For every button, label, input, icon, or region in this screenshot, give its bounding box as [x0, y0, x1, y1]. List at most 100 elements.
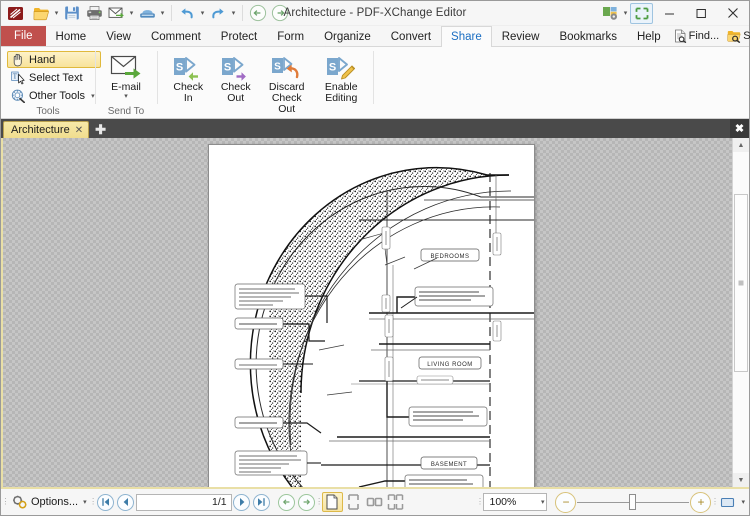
- find-button[interactable]: Find...: [671, 27, 723, 45]
- undo-dropdown-caret-icon[interactable]: ▾: [198, 3, 207, 24]
- pdf-xchange-editor-window: ▾ ▾ ▾ ▾ ▾ Architecture - PDF-XChange Edi…: [0, 0, 750, 516]
- fit-page-button[interactable]: [718, 492, 738, 512]
- scrollbar-thumb-grip: [738, 280, 744, 286]
- redo-button[interactable]: [207, 3, 229, 24]
- tab-home[interactable]: Home: [46, 26, 97, 46]
- email-ribbon-caret-icon[interactable]: ▾: [124, 93, 128, 100]
- select-text-tool-button[interactable]: T Select Text: [7, 69, 101, 86]
- zoom-slider[interactable]: [577, 492, 690, 512]
- tab-view[interactable]: View: [96, 26, 141, 46]
- email-button[interactable]: [105, 3, 127, 24]
- toolbar-grip-2[interactable]: ⋮: [89, 495, 97, 509]
- close-icon[interactable]: ✕: [75, 125, 83, 136]
- tab-convert[interactable]: Convert: [381, 26, 441, 46]
- check-in-label: Check In: [173, 81, 204, 104]
- enable-editing-button[interactable]: S Enable Editing: [315, 50, 367, 107]
- scrollbar-thumb[interactable]: [734, 194, 748, 372]
- zoom-level-select[interactable]: 100% ▾: [483, 493, 548, 511]
- email-ribbon-button[interactable]: E-mail ▾: [103, 50, 149, 103]
- customize-quick-access-icon[interactable]: [599, 3, 621, 23]
- next-page-button[interactable]: [232, 492, 252, 512]
- hand-tool-button[interactable]: Hand: [7, 51, 101, 68]
- note-pill-1: [381, 226, 391, 250]
- close-button[interactable]: [717, 1, 749, 25]
- two-page-continuous-view-button[interactable]: [385, 492, 406, 512]
- undo-button[interactable]: [176, 3, 198, 24]
- title-bar: ▾ ▾ ▾ ▾ ▾ Architecture - PDF-XChange Edi…: [1, 1, 749, 26]
- pdf-page[interactable]: BEDROOMS LIVING ROOM BASEMENT: [208, 144, 535, 487]
- svg-text:BASEMENT: BASEMENT: [431, 462, 467, 468]
- tab-organize[interactable]: Organize: [314, 26, 381, 46]
- last-page-icon: [253, 493, 271, 511]
- maximize-button[interactable]: [685, 1, 717, 25]
- toolbar-grip-4[interactable]: ⋮: [476, 495, 484, 509]
- two-page-view-button[interactable]: [364, 492, 385, 512]
- minimize-button[interactable]: [653, 1, 685, 25]
- tab-share[interactable]: Share: [441, 26, 492, 47]
- page-number-input[interactable]: 1/1: [135, 493, 232, 511]
- tab-help[interactable]: Help: [627, 26, 671, 46]
- callout-lower-right: [358, 474, 484, 487]
- other-tools-button[interactable]: Other Tools ▾: [7, 87, 101, 104]
- options-caret-icon[interactable]: ▾: [83, 498, 87, 506]
- options-button[interactable]: Options... ▾: [8, 492, 91, 512]
- nav-back-button[interactable]: [277, 492, 297, 512]
- status-bar: ⋮ Options... ▾ ⋮ 1/1 ⋮ ⋮ 100% ▾ − + ⋮ ▾: [1, 487, 749, 515]
- continuous-view-button[interactable]: [343, 492, 364, 512]
- nav-forward-button[interactable]: [297, 492, 317, 512]
- zoom-slider-thumb[interactable]: [629, 494, 637, 510]
- vertical-scrollbar[interactable]: ▲ ▼: [732, 138, 749, 487]
- close-all-tabs-button[interactable]: ✖: [730, 119, 749, 138]
- prev-page-button[interactable]: [116, 492, 136, 512]
- tab-review[interactable]: Review: [492, 26, 550, 46]
- email-dropdown-caret-icon[interactable]: ▾: [127, 3, 136, 24]
- redo-dropdown-caret-icon[interactable]: ▾: [229, 3, 238, 24]
- ribbon-group-label-send-to: Send To: [107, 106, 145, 117]
- document-tab-strip: Architecture ✕ ✚ ✖: [1, 119, 749, 138]
- hand-tool-label: Hand: [29, 53, 56, 66]
- back-button[interactable]: [247, 3, 269, 24]
- check-out-button[interactable]: S Check Out: [213, 50, 257, 107]
- toolbar-grip-5[interactable]: ⋮: [711, 495, 719, 509]
- open-button[interactable]: [30, 3, 52, 24]
- customize-caret-icon[interactable]: ▾: [621, 3, 630, 24]
- zoom-caret-icon[interactable]: ▾: [541, 498, 545, 506]
- tab-bookmarks[interactable]: Bookmarks: [549, 26, 627, 46]
- single-page-view-button[interactable]: [321, 492, 343, 512]
- open-dropdown-caret-icon[interactable]: ▾: [52, 3, 61, 24]
- first-page-button[interactable]: [96, 492, 116, 512]
- print-button[interactable]: [83, 3, 105, 24]
- scroll-down-arrow-icon[interactable]: ▼: [733, 473, 749, 487]
- forward-button[interactable]: [269, 3, 291, 24]
- gear-options-icon: [12, 495, 28, 510]
- discard-check-out-button[interactable]: S Discard Check Out: [261, 50, 313, 118]
- callout-mid-right: [386, 381, 488, 427]
- document-viewer[interactable]: BEDROOMS LIVING ROOM BASEMENT ▲ ▼: [1, 138, 749, 487]
- viewer-canvas[interactable]: BEDROOMS LIVING ROOM BASEMENT: [3, 138, 732, 487]
- zoom-out-icon[interactable]: −: [555, 491, 577, 513]
- scan-dropdown-caret-icon[interactable]: ▾: [158, 3, 167, 24]
- toolbar-grip-3[interactable]: ⋮: [315, 495, 323, 509]
- hand-icon: [10, 52, 25, 67]
- toolbar-separator-2: [242, 5, 243, 21]
- file-menu-button[interactable]: File: [1, 26, 46, 46]
- scan-button[interactable]: [136, 3, 158, 24]
- tab-form[interactable]: Form: [267, 26, 314, 46]
- zoom-level-value: 100%: [489, 496, 517, 508]
- check-in-button[interactable]: S Check In: [166, 50, 210, 107]
- architectural-drawing: BEDROOMS LIVING ROOM BASEMENT: [234, 166, 534, 487]
- ribbon-group-label-tools: Tools: [36, 106, 60, 117]
- fit-caret-icon[interactable]: ▾: [741, 498, 745, 506]
- app-logo-icon: [4, 2, 26, 24]
- tab-protect[interactable]: Protect: [211, 26, 267, 46]
- new-tab-button[interactable]: ✚: [92, 122, 109, 138]
- last-page-button[interactable]: [252, 492, 272, 512]
- tab-comment[interactable]: Comment: [141, 26, 211, 46]
- scroll-up-arrow-icon[interactable]: ▲: [733, 138, 749, 152]
- other-tools-label: Other Tools: [29, 89, 86, 102]
- search-button[interactable]: Search...: [724, 27, 750, 45]
- document-tab-architecture[interactable]: Architecture ✕: [3, 121, 90, 138]
- fullscreen-icon[interactable]: [630, 2, 653, 24]
- save-button[interactable]: [61, 3, 83, 24]
- zoom-in-icon[interactable]: +: [690, 491, 712, 513]
